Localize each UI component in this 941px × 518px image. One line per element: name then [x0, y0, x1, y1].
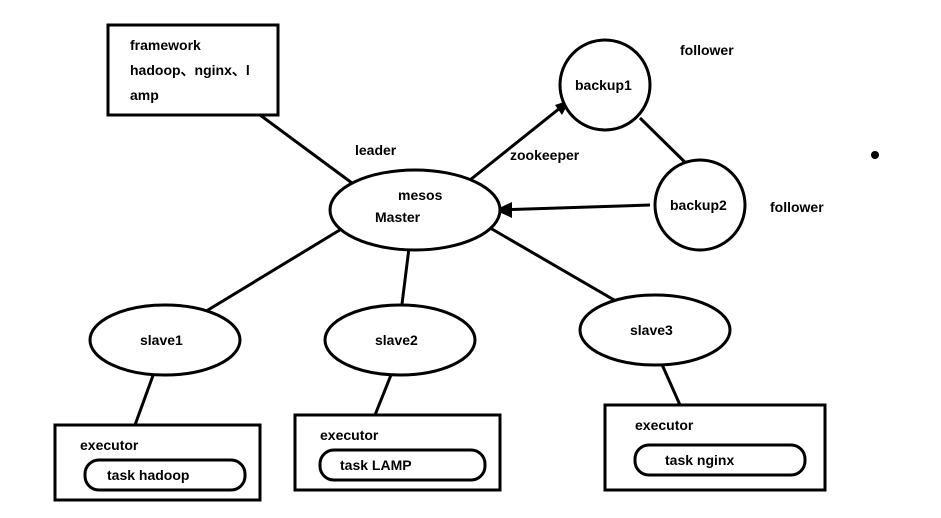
edge-backup2-master	[495, 205, 650, 210]
backup1-text: backup1	[575, 77, 632, 93]
edge-slave1-exec1	[135, 370, 155, 425]
edge-slave3-exec3	[660, 360, 680, 405]
framework-line2: hadoop、nginx、l	[130, 62, 250, 78]
executor2-task: task LAMP	[340, 457, 412, 473]
framework-line1: framework	[130, 37, 201, 53]
executor1-task: task hadoop	[107, 467, 189, 483]
executor1-title: executor	[80, 437, 139, 453]
master-line2: Master	[375, 209, 421, 225]
executor3-task: task nginx	[665, 452, 734, 468]
executor2-title: executor	[320, 427, 379, 443]
zookeeper-label: zookeeper	[510, 147, 580, 163]
executor3-title: executor	[635, 417, 694, 433]
backup2-text: backup2	[670, 197, 727, 213]
edge-master-backup1	[470, 100, 570, 180]
slave1-text: slave1	[140, 332, 183, 348]
slave2-text: slave2	[375, 332, 418, 348]
backup2-label: follower	[770, 199, 824, 215]
framework-line3: amp	[130, 87, 159, 103]
backup1-label: follower	[680, 42, 734, 58]
slave3-text: slave3	[630, 322, 673, 338]
master-line1: mesos	[398, 187, 443, 203]
dot-icon	[871, 151, 879, 159]
master-label: leader	[355, 142, 397, 158]
